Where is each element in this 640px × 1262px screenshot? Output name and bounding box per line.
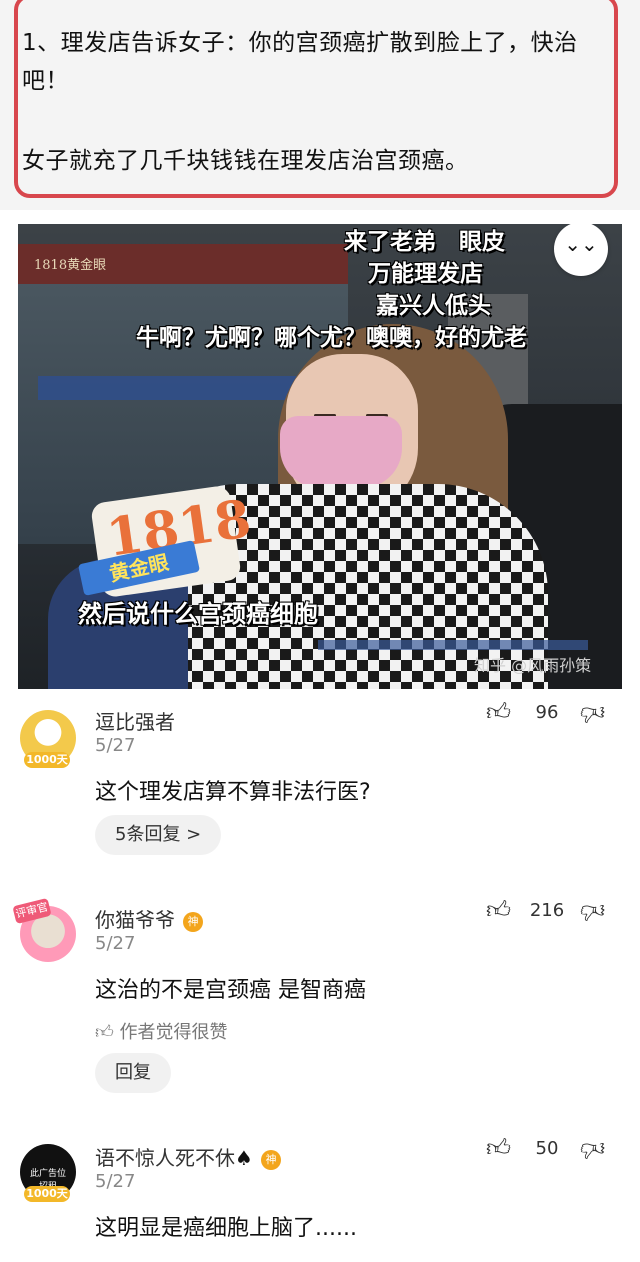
thumbs-down-icon[interactable]: 👍︎ [580,896,605,925]
video-watermark: 知乎 @风雨孙策 [474,656,592,675]
video-caption-2: 万能理发店 [368,261,483,287]
avatar-badge: 1000天 [24,1186,70,1202]
video-caption-3: 嘉兴人低头 [376,293,491,319]
thumbs-up-icon[interactable]: 👍︎ [486,698,511,727]
video-subtitle: 然后说什么宫颈癌细胞 [78,600,318,628]
author-liked-text: 作者觉得很赞 [119,1022,228,1043]
post-line-1: 1、理发店告诉女子：你的宫颈癌扩散到脸上了，快治吧！ [22,30,578,94]
god-badge-icon: 神 [183,912,203,932]
comment-date: 5/27 [95,735,136,756]
like-count: 96 [535,702,559,723]
news-ticker [318,640,588,650]
avatar-badge: 1000天 [24,752,70,768]
thumbs-down-icon[interactable]: 👍︎ [580,1134,605,1163]
spade-icon: ♠ [235,1146,253,1170]
comment-text: 这明显是癌细胞上脑了...... [95,1216,357,1241]
comment-username-text: 你猫爷爷 [95,908,175,932]
video-caption-1: 来了老弟 眼皮 [344,229,505,255]
face-mask [280,416,402,488]
reply-button[interactable]: 回复 [95,1053,171,1093]
comment-text: 这治的不是宫颈癌 是智商癌 [95,978,366,1003]
like-count: 216 [529,900,565,921]
thumbs-down-icon[interactable]: 👍︎ [580,698,605,727]
god-badge-icon: 神 [260,1150,281,1170]
author-liked-label: 👍︎ 作者觉得很赞 [95,1018,228,1044]
like-count: 50 [535,1138,559,1159]
comment-username[interactable]: 语不惊人死不休♠ 神 [95,1142,281,1171]
small-thumbs-up-icon: 👍︎ [95,1022,114,1043]
video-player[interactable]: 1818黄金眼 1818 黄金眼 来了老弟 眼皮 万能理发店 嘉兴人低头 牛啊？… [18,224,622,689]
store-sign: 1818黄金眼 [18,244,348,284]
collapse-button[interactable]: ⌄⌄ [554,224,608,276]
comment-username[interactable]: 你猫爷爷神 [95,904,203,933]
store-sign-text: 1818黄金眼 [34,258,107,273]
comment-text: 这个理发店算不算非法行医? [95,780,371,805]
thumbs-up-icon[interactable]: 👍︎ [486,1134,511,1163]
view-replies-button[interactable]: 5条回复 > [95,815,222,855]
video-caption-4: 牛啊？尤啊？哪个尤？噢噢，好的尤老 [136,325,527,351]
thumbs-up-icon[interactable]: 👍︎ [486,896,511,925]
highlight-frame: 1、理发店告诉女子：你的宫颈癌扩散到脸上了，快治吧！ 女子就充了几千块钱钱在理发… [14,0,618,198]
comment-username[interactable]: 逗比强者 [95,706,175,735]
comment-date: 5/27 [95,933,136,954]
double-chevron-down-icon: ⌄⌄ [564,232,598,256]
post-line-2: 女子就充了几千块钱钱在理发店治宫颈癌。 [22,148,469,174]
comment-username-text: 语不惊人死不休 [95,1146,235,1170]
comment-date: 5/27 [95,1171,136,1192]
post-text-area: 1、理发店告诉女子：你的宫颈癌扩散到脸上了，快治吧！ 女子就充了几千块钱钱在理发… [0,0,640,210]
